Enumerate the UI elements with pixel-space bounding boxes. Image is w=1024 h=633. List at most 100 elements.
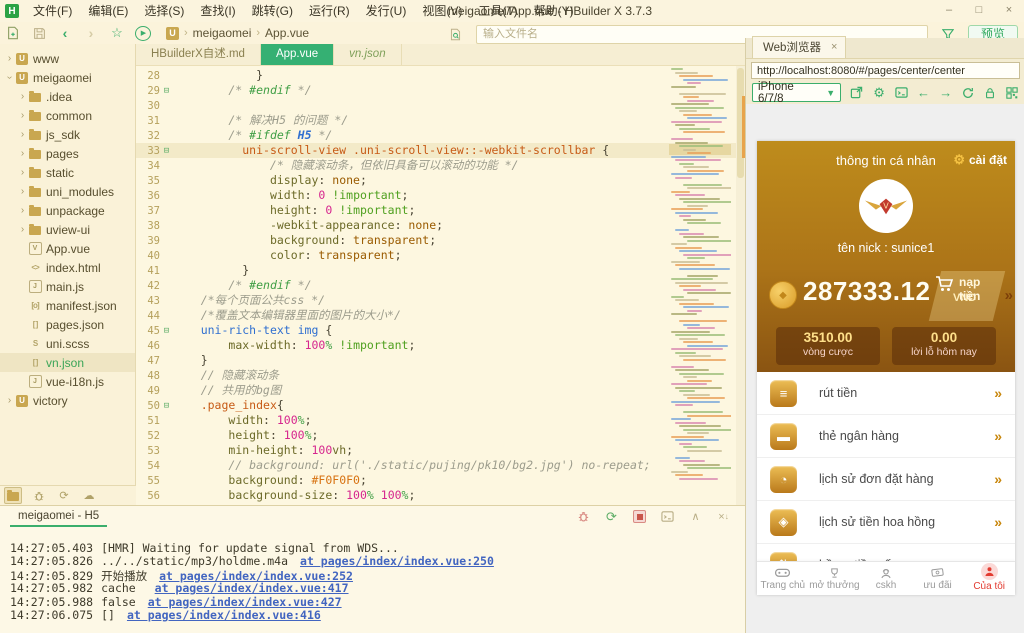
tree-item[interactable]: › uni_modules — [0, 182, 135, 201]
device-selector[interactable]: iPhone 6/7/8 ▼ — [752, 81, 842, 105]
fold-icon[interactable]: ⊟ — [160, 401, 173, 411]
settings-gear-icon[interactable]: ⚙ — [872, 85, 885, 100]
tree-arrow-icon[interactable]: › — [17, 205, 28, 216]
menu-item-commission[interactable]: ◈ lịch sử tiền hoa hồng » — [757, 501, 1015, 544]
back-icon[interactable]: ‹ — [52, 23, 78, 43]
avatar[interactable]: V — [859, 179, 913, 233]
code-editor[interactable]: 28 } 29 ⊟ /* #endif */30 31 /* 解决H5 的问题 */3… — [136, 66, 745, 508]
stop-icon[interactable] — [632, 509, 647, 524]
breadcrumb-project[interactable]: meigaomei — [193, 26, 252, 40]
menu-item[interactable]: 编辑(E) — [80, 0, 136, 22]
tree-item[interactable]: [o] manifest.json — [0, 296, 135, 315]
editor-tab[interactable]: HBuilderX自述.md — [136, 44, 261, 65]
tree-item[interactable]: V App.vue — [0, 239, 135, 258]
tree-item[interactable]: › uview-ui — [0, 220, 135, 239]
tab-label: ưu đãi — [923, 580, 952, 591]
folder-view-icon[interactable] — [4, 487, 22, 504]
tab-gamepad[interactable]: Trang chủ — [757, 562, 809, 595]
tree-item[interactable]: › .idea — [0, 87, 135, 106]
editor-scrollbar[interactable] — [736, 66, 745, 506]
close-button[interactable]: × — [994, 0, 1024, 22]
tree-arrow-icon[interactable]: › — [17, 91, 28, 102]
refresh-icon[interactable] — [961, 85, 974, 100]
minimap[interactable] — [669, 68, 731, 500]
tab-promo[interactable]: ưu đãi — [912, 562, 964, 595]
restart-icon[interactable]: ⟳ — [604, 509, 619, 524]
debug-icon[interactable] — [576, 509, 591, 524]
tree-arrow-icon[interactable]: › — [17, 224, 28, 235]
tree-item[interactable]: › Umeigaomei — [0, 68, 135, 87]
tree-item[interactable]: › common — [0, 106, 135, 125]
menu-item[interactable]: 选择(S) — [136, 0, 192, 22]
tree-arrow-icon[interactable]: › — [17, 148, 28, 159]
forward-arrow-icon[interactable]: → — [939, 85, 952, 100]
menu-item[interactable]: 跳转(G) — [244, 0, 301, 22]
recharge-button[interactable]: nạp tiền — [935, 275, 995, 303]
bug-icon[interactable] — [31, 488, 47, 503]
lock-icon[interactable] — [984, 85, 997, 100]
tree-item[interactable]: › Uwww — [0, 49, 135, 68]
tree-item[interactable]: Jvue-i18n.js — [0, 372, 135, 391]
back-arrow-icon[interactable]: ← — [917, 85, 930, 100]
goto-file-icon[interactable] — [443, 24, 469, 44]
menu-item[interactable]: 查找(I) — [192, 0, 243, 22]
minimap-line — [679, 302, 714, 305]
fold-icon[interactable]: ⊟ — [160, 86, 173, 96]
editor-tab[interactable]: App.vue — [260, 44, 335, 65]
devtools-icon[interactable] — [895, 85, 908, 100]
tree-arrow-icon[interactable]: › — [4, 72, 15, 83]
qrcode-icon[interactable] — [1006, 85, 1019, 100]
collapse-icon[interactable]: ∧ — [688, 509, 703, 524]
settings-button[interactable]: ⚙ cài đặt — [953, 152, 1007, 168]
close-icon[interactable]: × — [831, 41, 837, 53]
tree-item[interactable]: › unpackage — [0, 201, 135, 220]
tree-arrow-icon[interactable]: › — [17, 167, 28, 178]
tree-arrow-icon[interactable]: › — [17, 129, 28, 140]
maximize-button[interactable]: □ — [964, 0, 994, 22]
menu-item-withdraw[interactable]: ≡ rút tiền » — [757, 372, 1015, 415]
menu-item[interactable]: 发行(U) — [358, 0, 415, 22]
fold-icon[interactable]: ⊟ — [160, 326, 173, 336]
tree-item[interactable]: <> index.html — [0, 258, 135, 277]
tree-item[interactable]: Suni.scss — [0, 334, 135, 353]
breadcrumb-file[interactable]: App.vue — [265, 26, 309, 40]
url-input[interactable] — [751, 62, 1020, 79]
tab-person[interactable]: Của tôi — [963, 562, 1015, 595]
tree-item[interactable]: › Uvictory — [0, 391, 135, 410]
tree-arrow-icon[interactable]: › — [4, 395, 15, 406]
log-source-link[interactable]: at pages/index/index.vue:250 — [300, 554, 494, 568]
forward-icon[interactable]: › — [78, 23, 104, 43]
web-browser-tab[interactable]: Web浏览器 × — [752, 36, 847, 58]
star-icon[interactable]: ☆ — [104, 23, 130, 43]
open-external-icon[interactable] — [850, 85, 863, 100]
menu-item[interactable]: 运行(R) — [301, 0, 358, 22]
minimize-button[interactable]: – — [934, 0, 964, 22]
tree-item[interactable]: › pages — [0, 144, 135, 163]
cloud-icon[interactable]: ☁ — [81, 488, 97, 503]
tree-item[interactable]: Jmain.js — [0, 277, 135, 296]
tab-headset[interactable]: cskh — [860, 562, 912, 595]
tree-arrow-icon[interactable]: › — [4, 53, 15, 64]
save-icon[interactable] — [26, 23, 52, 43]
fold-icon[interactable]: ⊟ — [160, 146, 173, 156]
output-icon[interactable] — [660, 509, 675, 524]
tree-arrow-icon[interactable]: › — [17, 186, 28, 197]
tree-item[interactable]: › js_sdk — [0, 125, 135, 144]
new-file-icon[interactable] — [0, 23, 26, 43]
log-source-link[interactable]: at pages/index/index.vue:416 — [127, 608, 321, 622]
tab-trophy[interactable]: mở thưởng — [809, 562, 861, 595]
menu-item-order[interactable]: ◔ lịch sử đơn đặt hàng » — [757, 458, 1015, 501]
sync-icon[interactable]: ⟳ — [56, 488, 72, 503]
tree-arrow-icon[interactable]: › — [17, 110, 28, 121]
log-source-link[interactable]: at pages/index/index.vue:427 — [148, 595, 342, 609]
console-tab[interactable]: meigaomei - H5 — [10, 508, 108, 527]
log-source-link[interactable]: at pages/index/index.vue:417 — [155, 581, 349, 595]
clear-icon[interactable]: × ↓ — [716, 509, 731, 524]
tree-item[interactable]: [ ] pages.json — [0, 315, 135, 334]
tree-item[interactable]: › static — [0, 163, 135, 182]
menu-item-bank[interactable]: ▬ thẻ ngân hàng » — [757, 415, 1015, 458]
editor-tab[interactable]: vn.json — [334, 44, 402, 65]
run-icon[interactable]: ▶ — [130, 23, 156, 43]
menu-item[interactable]: 文件(F) — [25, 0, 80, 22]
tree-item[interactable]: [ ] vn.json — [0, 353, 135, 372]
